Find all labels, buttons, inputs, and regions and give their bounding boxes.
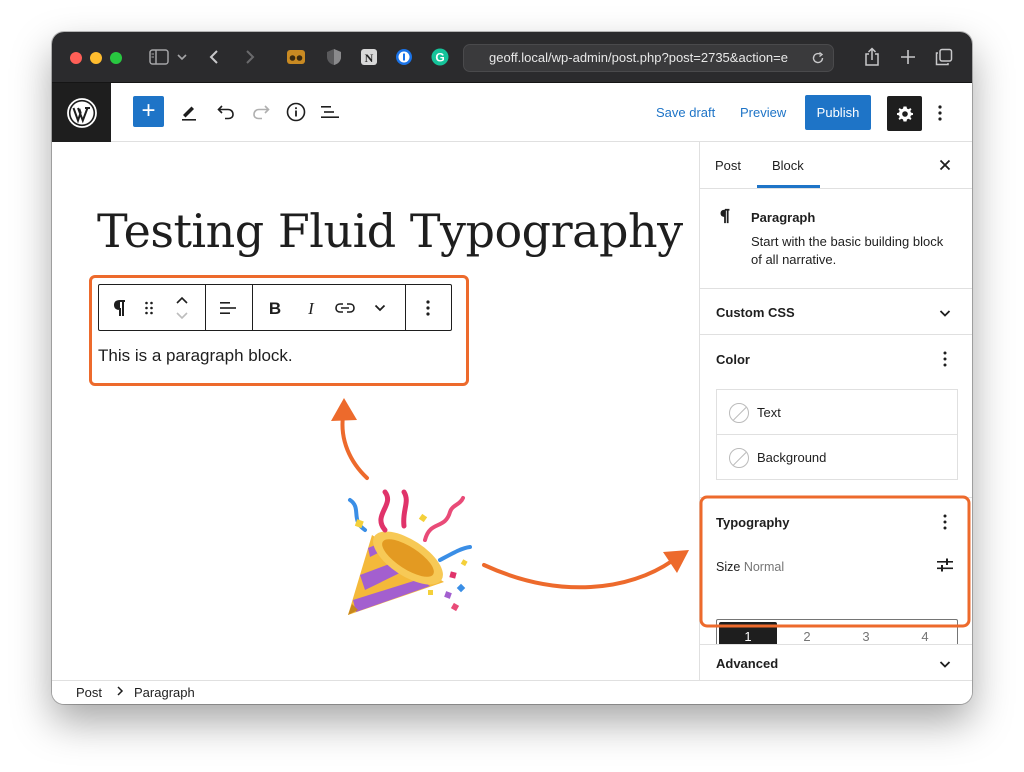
toolbar-separator	[405, 285, 406, 330]
panel-typography-title: Typography	[716, 515, 790, 530]
edit-tool-icon[interactable]	[174, 97, 204, 127]
close-sidebar-icon[interactable]	[938, 158, 954, 174]
panel-advanced[interactable]: Advanced	[699, 644, 972, 680]
more-formats-chevron-down-icon[interactable]	[365, 285, 395, 330]
breadcrumb-separator-icon	[116, 685, 124, 700]
color-background-item[interactable]: Background	[716, 434, 958, 480]
back-icon[interactable]	[202, 46, 226, 68]
link-icon[interactable]	[329, 285, 361, 330]
font-size-label: Size Normal	[716, 560, 784, 574]
url-text: geoff.local/wp-admin/post.php?post=2735&…	[489, 50, 788, 65]
svg-text:N: N	[365, 51, 374, 65]
svg-text:I: I	[307, 300, 315, 316]
block-toolbar: B I	[98, 284, 452, 331]
post-title[interactable]: Testing Fluid Typography	[97, 204, 683, 258]
save-draft-button[interactable]: Save draft	[656, 105, 715, 120]
preview-button[interactable]: Preview	[740, 105, 786, 120]
italic-icon[interactable]: I	[297, 285, 325, 330]
chevron-down-icon[interactable]	[938, 306, 954, 322]
breadcrumb: Post Paragraph	[52, 680, 972, 704]
size-label: Size	[716, 560, 741, 574]
new-tab-icon[interactable]	[896, 46, 920, 68]
tab-block[interactable]: Block	[772, 158, 804, 173]
custom-size-settings-icon[interactable]	[936, 556, 954, 579]
align-left-icon[interactable]	[213, 285, 243, 330]
browser-toolbar: N G geoff.local/wp-admin/post.php?post=2…	[52, 32, 972, 83]
block-card-description: of all narrative.	[751, 252, 837, 267]
toolbar-separator	[252, 285, 253, 330]
breadcrumb-paragraph[interactable]: Paragraph	[134, 685, 195, 700]
svg-text:G: G	[435, 51, 444, 65]
notion-icon[interactable]: N	[357, 46, 381, 68]
extension-icon[interactable]	[284, 46, 308, 68]
sidebar-toggle-icon[interactable]	[144, 46, 174, 68]
background-color-swatch	[729, 448, 749, 468]
typography-options-more-icon[interactable]	[938, 514, 954, 530]
details-info-icon[interactable]	[281, 97, 311, 127]
shield-icon[interactable]	[322, 46, 346, 68]
add-block-button[interactable]: +	[133, 96, 164, 127]
forward-icon[interactable]	[238, 46, 262, 68]
chevron-down-icon[interactable]	[938, 657, 952, 676]
paragraph-block-icon[interactable]	[105, 285, 135, 330]
publish-button[interactable]: Publish	[805, 95, 871, 130]
svg-text:B: B	[269, 300, 281, 316]
options-more-icon[interactable]	[930, 98, 950, 128]
grammarly-icon[interactable]: G	[428, 46, 452, 68]
breadcrumb-post[interactable]: Post	[76, 685, 102, 700]
address-bar[interactable]: geoff.local/wp-admin/post.php?post=2735&…	[463, 44, 834, 72]
settings-sidebar: Post Block Paragraph Start with the basi…	[699, 142, 972, 680]
browser-window: N G geoff.local/wp-admin/post.php?post=2…	[52, 32, 972, 704]
zoom-window-button[interactable]	[110, 52, 122, 64]
panel-custom-css-title[interactable]: Custom CSS	[716, 305, 795, 320]
reload-icon[interactable]	[811, 45, 825, 71]
drag-handle-icon[interactable]	[137, 285, 161, 330]
paragraph-block[interactable]: This is a paragraph block.	[98, 346, 293, 366]
panel-color-title: Color	[716, 352, 750, 367]
minimize-window-button[interactable]	[90, 52, 102, 64]
block-options-more-icon[interactable]	[413, 285, 443, 330]
toolbar-separator	[205, 285, 206, 330]
undo-icon[interactable]	[211, 97, 241, 127]
paragraph-block-icon	[719, 208, 731, 229]
share-icon[interactable]	[860, 46, 884, 68]
password-manager-icon[interactable]	[392, 46, 416, 68]
block-card-description: Start with the basic building block	[751, 234, 944, 249]
close-window-button[interactable]	[70, 52, 82, 64]
settings-gear-icon[interactable]	[887, 96, 922, 131]
color-item-label: Background	[757, 450, 827, 465]
size-value: Normal	[743, 560, 785, 574]
text-color-swatch	[729, 403, 749, 423]
color-item-label: Text	[757, 405, 781, 420]
chevron-down-icon[interactable]	[174, 46, 190, 68]
tab-post[interactable]: Post	[715, 158, 741, 173]
bold-icon[interactable]: B	[261, 285, 289, 330]
editor-header: + Save draft Preview Publish	[52, 83, 972, 142]
panel-advanced-title: Advanced	[716, 656, 779, 671]
tab-overview-icon[interactable]	[932, 46, 956, 68]
move-up-down-icon[interactable]	[167, 285, 197, 330]
editor-canvas: Testing Fluid Typography B I This is a p…	[52, 142, 699, 680]
block-card-title: Paragraph	[751, 210, 816, 225]
list-view-icon[interactable]	[315, 97, 345, 127]
redo-icon[interactable]	[246, 97, 276, 127]
wordpress-logo-icon[interactable]	[52, 83, 111, 142]
color-text-item[interactable]: Text	[716, 389, 958, 435]
color-options-more-icon[interactable]	[938, 351, 954, 367]
